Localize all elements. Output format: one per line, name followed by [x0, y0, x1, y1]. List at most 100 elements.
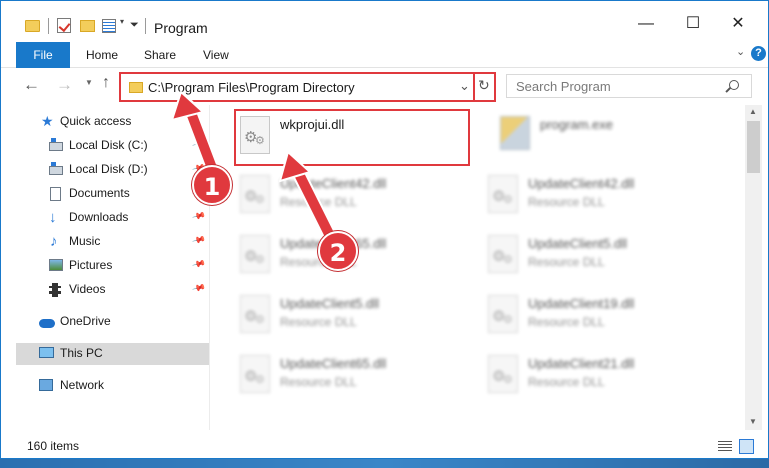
toolbar-divider	[48, 18, 49, 34]
cloud-icon	[39, 319, 55, 328]
file-item[interactable]: UpdateClient21.dll Resource DLL	[484, 351, 704, 397]
sidebar-item-music[interactable]: ♪ Music 📌	[1, 231, 210, 253]
vertical-scrollbar[interactable]: ▲ ▼	[745, 105, 762, 430]
tab-view[interactable]: View	[203, 42, 229, 68]
dll-file-icon	[488, 235, 518, 273]
item-count: 160 items	[27, 439, 80, 453]
file-name: UpdateClient5.dll	[280, 296, 380, 311]
file-item[interactable]: UpdateClient65.dll Resource DLL	[236, 351, 456, 397]
customize-toolbar-icon[interactable]: ⏷	[130, 19, 139, 32]
sidebar-item-label: Documents	[69, 186, 130, 200]
sidebar-item-videos[interactable]: Videos 📌	[1, 279, 210, 301]
dll-file-icon	[488, 355, 518, 393]
desktop-background	[0, 459, 769, 468]
file-item[interactable]: UpdateClient5.dll Resource DLL	[484, 231, 704, 277]
navigation-bar: ← → ▼ ↑ C:\Program Files\Program Directo…	[1, 69, 768, 102]
tab-file[interactable]: File	[16, 42, 70, 68]
sidebar-item-label: Quick access	[60, 114, 132, 128]
music-icon: ♪	[50, 233, 58, 250]
recent-locations-chevron-icon[interactable]: ▼	[85, 78, 93, 87]
step-2-badge: 2	[318, 231, 358, 271]
file-type: Resource DLL	[528, 315, 605, 329]
details-view-icon[interactable]	[718, 441, 732, 453]
dll-file-icon	[240, 175, 270, 213]
navigation-pane: ★ Quick access Local Disk (C:) 📌 Local D…	[1, 105, 210, 430]
sidebar-item-documents[interactable]: Documents 📌	[1, 183, 210, 205]
expand-ribbon-chevron-icon[interactable]: ⌄	[736, 45, 745, 58]
sidebar-item-network[interactable]: Network	[1, 375, 210, 397]
file-name: UpdateClient5.dll	[528, 236, 628, 251]
pin-icon[interactable]: 📌	[191, 233, 207, 248]
forward-arrow-icon[interactable]: →	[56, 75, 73, 95]
pin-icon[interactable]: 📌	[191, 137, 207, 152]
network-icon	[39, 379, 53, 391]
dll-file-icon	[488, 175, 518, 213]
file-item-program-exe[interactable]: program.exe	[496, 112, 716, 158]
window-title: Program	[154, 20, 208, 36]
sidebar-item-label: OneDrive	[60, 314, 111, 328]
exe-file-icon	[500, 116, 530, 150]
properties-check-icon[interactable]	[57, 18, 71, 33]
close-button[interactable]: ✕	[715, 9, 761, 39]
up-arrow-icon[interactable]: ↑	[102, 74, 110, 92]
file-type: Resource DLL	[528, 195, 605, 209]
back-arrow-icon[interactable]: ←	[23, 75, 40, 95]
large-icons-view-icon[interactable]	[739, 439, 754, 454]
file-item[interactable]: UpdateClient5.dll Resource DLL	[236, 291, 456, 337]
title-bar: ▾ ⏷ Program — ☐ ✕	[1, 1, 768, 39]
pin-icon[interactable]: 📌	[191, 257, 207, 272]
file-item[interactable]: UpdateClient42.dll Resource DLL	[484, 171, 704, 217]
maximize-button[interactable]: ☐	[670, 9, 716, 39]
documents-icon	[50, 187, 61, 201]
help-icon[interactable]: ?	[751, 46, 766, 61]
scroll-thumb[interactable]	[747, 121, 760, 173]
star-icon: ★	[41, 113, 54, 129]
pin-icon[interactable]: 📌	[191, 281, 207, 296]
folder-icon[interactable]	[25, 20, 40, 32]
file-type: Resource DLL	[280, 315, 357, 329]
new-folder-icon[interactable]	[80, 20, 95, 32]
download-icon: ↓	[49, 209, 57, 226]
sidebar-item-label: Videos	[69, 282, 106, 296]
file-type: Resource DLL	[280, 195, 357, 209]
sidebar-item-this-pc[interactable]: This PC	[16, 343, 209, 365]
refresh-icon[interactable]: ↻	[478, 77, 490, 94]
address-path[interactable]: C:\Program Files\Program Directory	[148, 80, 355, 95]
properties-icon[interactable]	[102, 19, 116, 33]
caret-down-icon[interactable]: ▾	[120, 17, 124, 26]
minimize-button[interactable]: —	[623, 9, 669, 39]
sidebar-item-pictures[interactable]: Pictures 📌	[1, 255, 210, 277]
address-dropdown-chevron-icon[interactable]: ⌄	[459, 78, 470, 94]
file-name: UpdateClient19.dll	[528, 296, 635, 311]
sidebar-item-onedrive[interactable]: OneDrive	[1, 311, 210, 333]
search-icon[interactable]	[729, 80, 739, 90]
sidebar-item-label: This PC	[60, 346, 103, 360]
folder-icon	[129, 82, 143, 93]
file-item[interactable]: UpdateClient19.dll Resource DLL	[484, 291, 704, 337]
address-divider	[473, 74, 475, 100]
search-input[interactable]: Search Program	[506, 74, 752, 98]
pictures-icon	[49, 259, 63, 271]
sidebar-item-label: Local Disk (D:)	[69, 162, 148, 176]
pin-icon[interactable]: 📌	[191, 209, 207, 224]
sidebar-item-downloads[interactable]: ↓ Downloads 📌	[1, 207, 210, 229]
sidebar-item-local-disk-d[interactable]: Local Disk (D:) 📌	[1, 159, 210, 181]
sidebar-item-local-disk-c[interactable]: Local Disk (C:) 📌	[1, 135, 210, 157]
file-item[interactable]: UpdateClient42.dll Resource DLL	[236, 171, 456, 217]
file-name: UpdateClient42.dll	[280, 176, 387, 191]
file-explorer-window: ▾ ⏷ Program — ☐ ✕ File Home Share View ⌄…	[0, 0, 769, 459]
sidebar-item-label: Pictures	[69, 258, 113, 272]
drive-icon	[49, 162, 63, 175]
scroll-down-arrow-icon[interactable]: ▼	[749, 417, 757, 426]
address-bar[interactable]: C:\Program Files\Program Directory ⌄ ↻	[119, 72, 496, 102]
dll-file-icon	[240, 355, 270, 393]
sidebar-item-label: Music	[69, 234, 101, 248]
file-name: UpdateClient42.dll	[528, 176, 635, 191]
sidebar-item-quick-access[interactable]: ★ Quick access	[1, 111, 210, 133]
step-1-badge: 1	[192, 165, 232, 205]
tab-home[interactable]: Home	[86, 42, 118, 68]
videos-icon	[49, 283, 61, 297]
scroll-up-arrow-icon[interactable]: ▲	[749, 107, 757, 116]
tab-share[interactable]: Share	[144, 42, 176, 68]
sidebar-item-label: Downloads	[69, 210, 129, 224]
